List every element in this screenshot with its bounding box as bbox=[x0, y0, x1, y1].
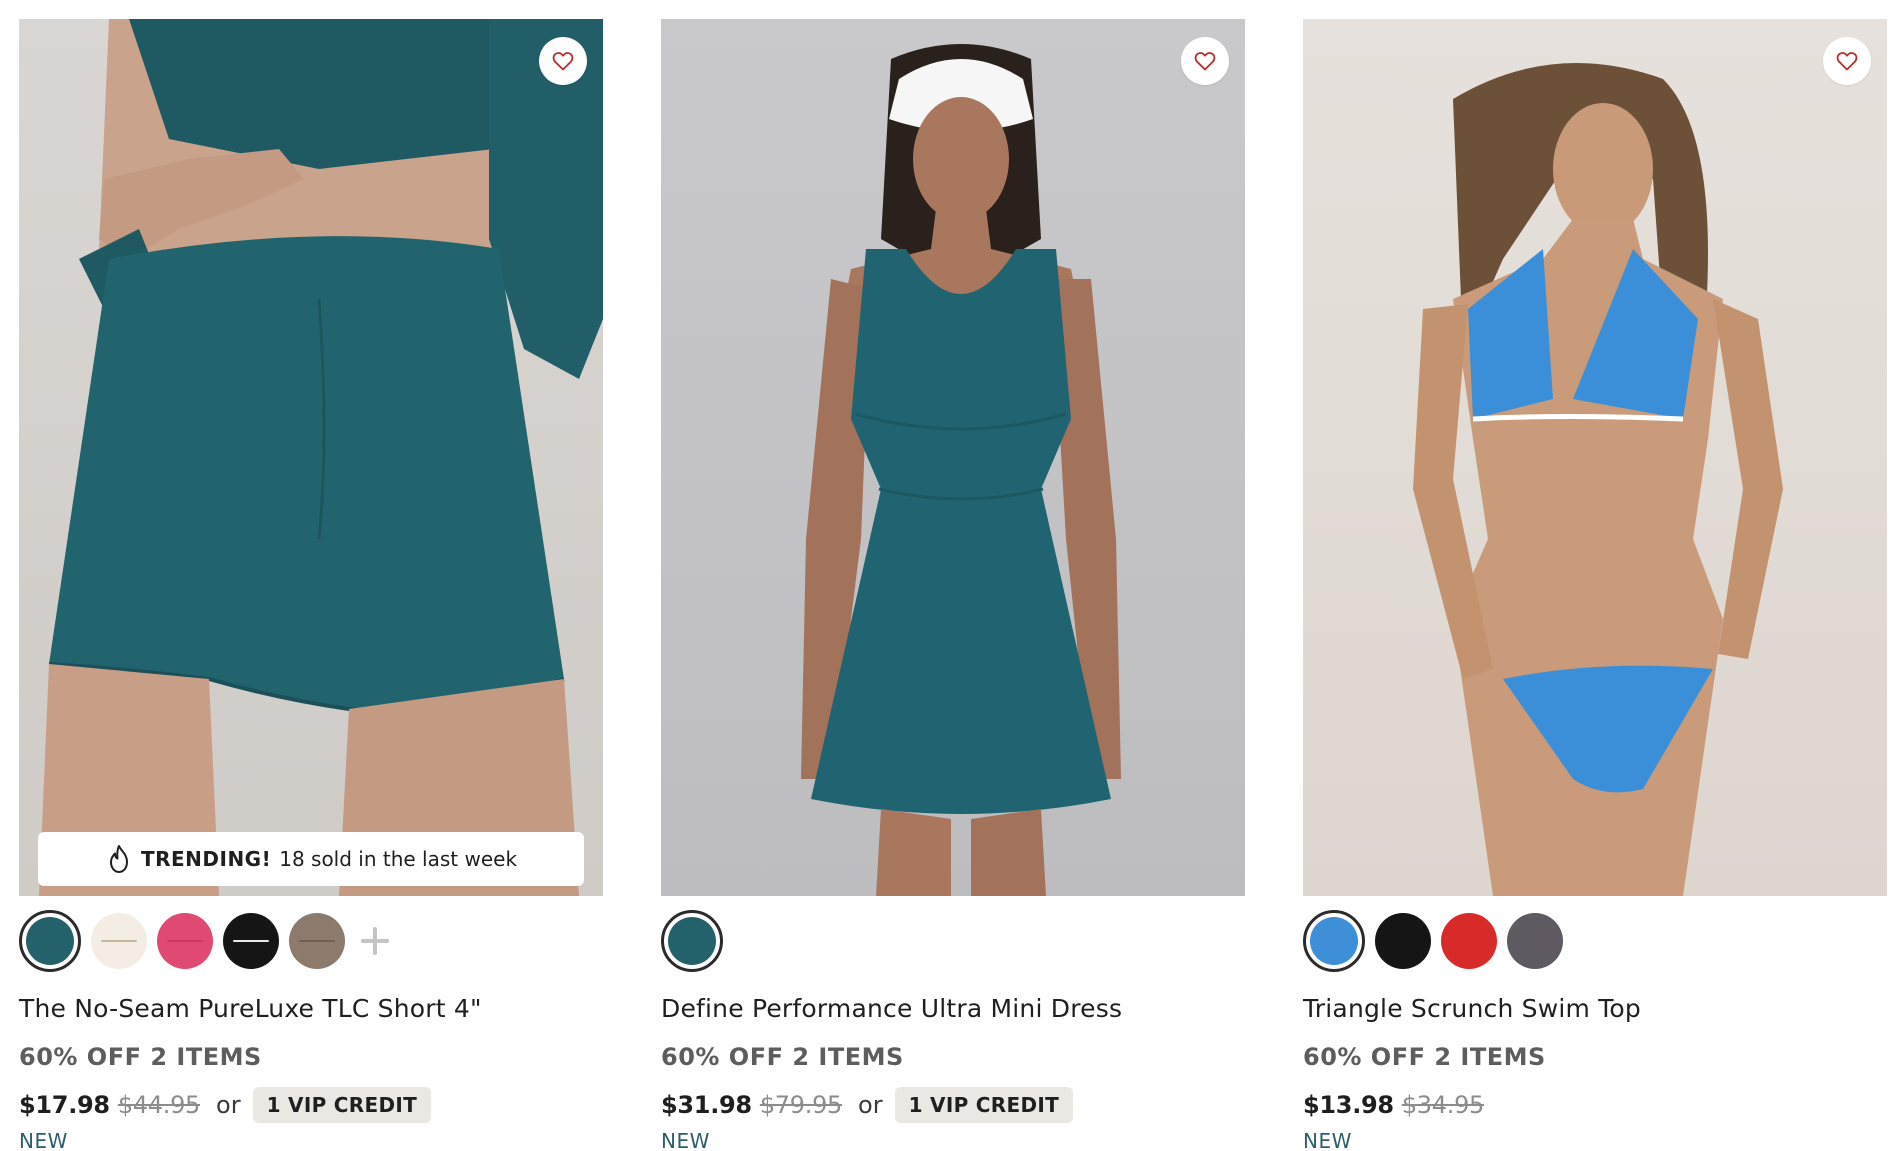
flame-icon bbox=[109, 845, 128, 873]
swatch-cream[interactable] bbox=[91, 913, 147, 969]
swatch-charcoal[interactable] bbox=[1507, 913, 1563, 969]
sale-price: $17.98 bbox=[19, 1091, 110, 1119]
original-price: $44.95 bbox=[117, 1091, 201, 1119]
price-row: $31.98 $79.95 or 1 VIP CREDIT bbox=[661, 1085, 1245, 1125]
product-card[interactable]: Define Performance Ultra Mini Dress 60% … bbox=[661, 19, 1245, 1151]
original-price: $34.95 bbox=[1401, 1091, 1485, 1119]
trending-text: 18 sold in the last week bbox=[279, 847, 518, 871]
favorite-button[interactable] bbox=[1823, 37, 1871, 85]
swatch-black[interactable] bbox=[223, 913, 279, 969]
new-tag: NEW bbox=[1303, 1129, 1352, 1151]
product-image[interactable] bbox=[1303, 19, 1887, 896]
product-name[interactable]: Triangle Scrunch Swim Top bbox=[1303, 994, 1887, 1023]
swatch-blue[interactable] bbox=[1303, 910, 1365, 972]
product-card[interactable]: TRENDING! 18 sold in the last week The N… bbox=[19, 19, 603, 1151]
trending-label: TRENDING! bbox=[140, 847, 272, 871]
swatch-teal[interactable] bbox=[661, 910, 723, 972]
product-image[interactable] bbox=[661, 19, 1245, 896]
sale-price: $31.98 bbox=[661, 1091, 752, 1119]
color-swatches bbox=[19, 910, 603, 972]
heart-outline-icon bbox=[1194, 52, 1216, 71]
new-tag: NEW bbox=[661, 1129, 710, 1151]
product-photo-shorts bbox=[39, 19, 603, 896]
heart-outline-icon bbox=[1836, 52, 1858, 71]
or-label: or bbox=[858, 1091, 883, 1119]
new-tag: NEW bbox=[19, 1129, 68, 1151]
product-photo-bikini bbox=[1413, 63, 1783, 896]
vip-credit-badge: 1 VIP CREDIT bbox=[252, 1087, 432, 1123]
swatch-teal[interactable] bbox=[19, 910, 81, 972]
swatch-red[interactable] bbox=[1441, 913, 1497, 969]
original-price: $79.95 bbox=[759, 1091, 843, 1119]
promo-text: 60% OFF 2 ITEMS bbox=[1303, 1043, 1546, 1071]
swatch-taupe[interactable] bbox=[289, 913, 345, 969]
vip-credit-badge: 1 VIP CREDIT bbox=[894, 1087, 1074, 1123]
color-swatches bbox=[661, 910, 1245, 972]
color-swatches bbox=[1303, 910, 1887, 972]
price-row: $17.98 $44.95 or 1 VIP CREDIT bbox=[19, 1085, 603, 1125]
product-name[interactable]: Define Performance Ultra Mini Dress bbox=[661, 994, 1245, 1023]
favorite-button[interactable] bbox=[1181, 37, 1229, 85]
or-label: or bbox=[216, 1091, 241, 1119]
trending-badge: TRENDING! 18 sold in the last week bbox=[38, 832, 584, 886]
more-colors-button[interactable] bbox=[355, 921, 395, 961]
heart-outline-icon bbox=[552, 52, 574, 71]
swatch-black[interactable] bbox=[1375, 913, 1431, 969]
plus-icon bbox=[361, 927, 389, 955]
promo-text: 60% OFF 2 ITEMS bbox=[19, 1043, 262, 1071]
product-photo-dress bbox=[801, 44, 1121, 896]
promo-text: 60% OFF 2 ITEMS bbox=[661, 1043, 904, 1071]
swatch-pink[interactable] bbox=[157, 913, 213, 969]
sale-price: $13.98 bbox=[1303, 1091, 1394, 1119]
price-row: $13.98 $34.95 bbox=[1303, 1085, 1887, 1125]
favorite-button[interactable] bbox=[539, 37, 587, 85]
product-grid: TRENDING! 18 sold in the last week The N… bbox=[0, 0, 1900, 1151]
product-name[interactable]: The No-Seam PureLuxe TLC Short 4" bbox=[19, 994, 603, 1023]
product-card[interactable]: Triangle Scrunch Swim Top 60% OFF 2 ITEM… bbox=[1303, 19, 1887, 1151]
product-image[interactable]: TRENDING! 18 sold in the last week bbox=[19, 19, 603, 896]
